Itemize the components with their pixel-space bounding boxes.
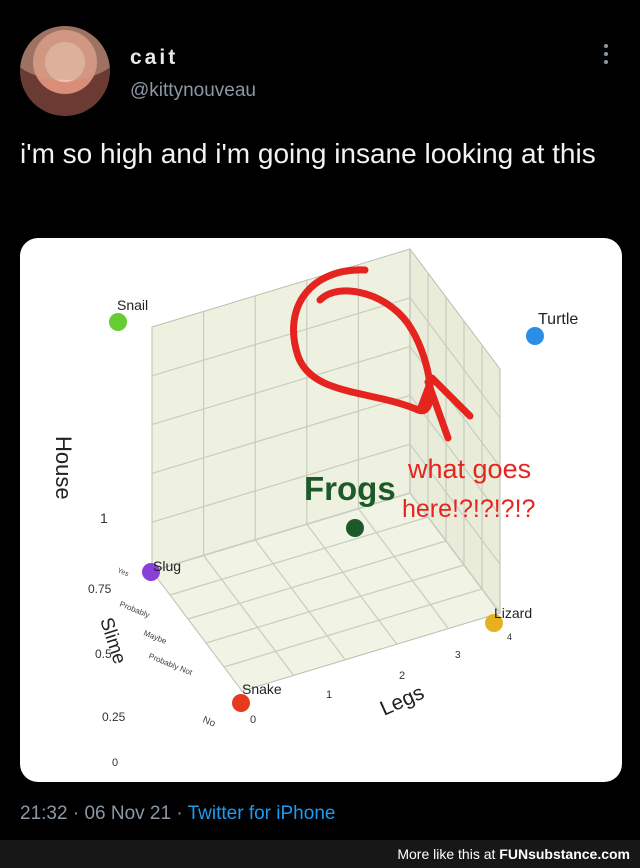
promo-prefix: More like this at [397,846,500,862]
legs-tick-label: 2 [399,670,405,682]
user-handle[interactable]: @kittynouveau [130,80,256,102]
promo-site: FUNsubstance.com [499,846,630,862]
point-label-snail: Snail [117,297,148,313]
point-label-snake: Snake [242,681,282,697]
display-name[interactable]: cait [130,46,178,70]
avatar[interactable] [20,26,110,116]
tweet-meta: 21:32 · 06 Nov 21 · Twitter for iPhone [20,803,335,825]
point-label-turtle: Turtle [538,311,578,328]
more-options-icon[interactable] [596,40,616,70]
slime-tick-label: Maybe [142,629,168,647]
point-label-slug: Slug [153,558,181,574]
promo-bar: More like this at FUNsubstance.com [0,840,640,868]
slime-tick-label: Probably Not [147,652,194,678]
house-tick-label: 0.75 [88,582,112,596]
tweet-text: i'm so high and i'm going insane looking… [20,138,596,169]
annotation-text-line2: here!?!?!?!? [402,495,535,523]
legs-tick-label: 4 [507,632,512,642]
tweet-time: 21:32 [20,803,68,824]
tweet-source-link[interactable]: Twitter for iPhone [188,803,336,824]
house-tick-label: 0.25 [102,710,126,724]
house-tick-label: 0 [112,757,118,769]
legs-tick-label: 3 [455,650,461,661]
house-tick-label: 1 [100,510,108,526]
tweet-date: 06 Nov 21 [84,803,172,824]
point-label-lizard: Lizard [494,605,532,621]
tweet-image-card[interactable]: 1 0.75 0.5 0.25 0 House No Probably Not Maybe Pro… [20,238,622,782]
point-snail [109,313,127,331]
legs-tick-label: 1 [326,689,332,701]
frogs-point [346,519,364,537]
frogs-label: Frogs [304,470,396,507]
promo-text[interactable]: More like this at FUNsubstance.com [397,846,630,862]
legs-tick-label: 0 [250,714,256,726]
meta-separator: · [176,803,183,824]
annotation-text-line1: what goes [407,454,531,484]
slime-tick-label: No [201,715,217,730]
slime-tick-label: Yes [116,567,130,578]
legs-axis-label: Legs [377,681,428,721]
point-turtle [526,327,544,345]
chart-3d-scatter: 10.750.50.250HouseNoProbably NotMaybePro… [51,247,578,769]
house-axis-label: House [51,436,76,500]
slime-tick-label: Probably [118,600,151,620]
meta-separator: · [72,803,80,824]
